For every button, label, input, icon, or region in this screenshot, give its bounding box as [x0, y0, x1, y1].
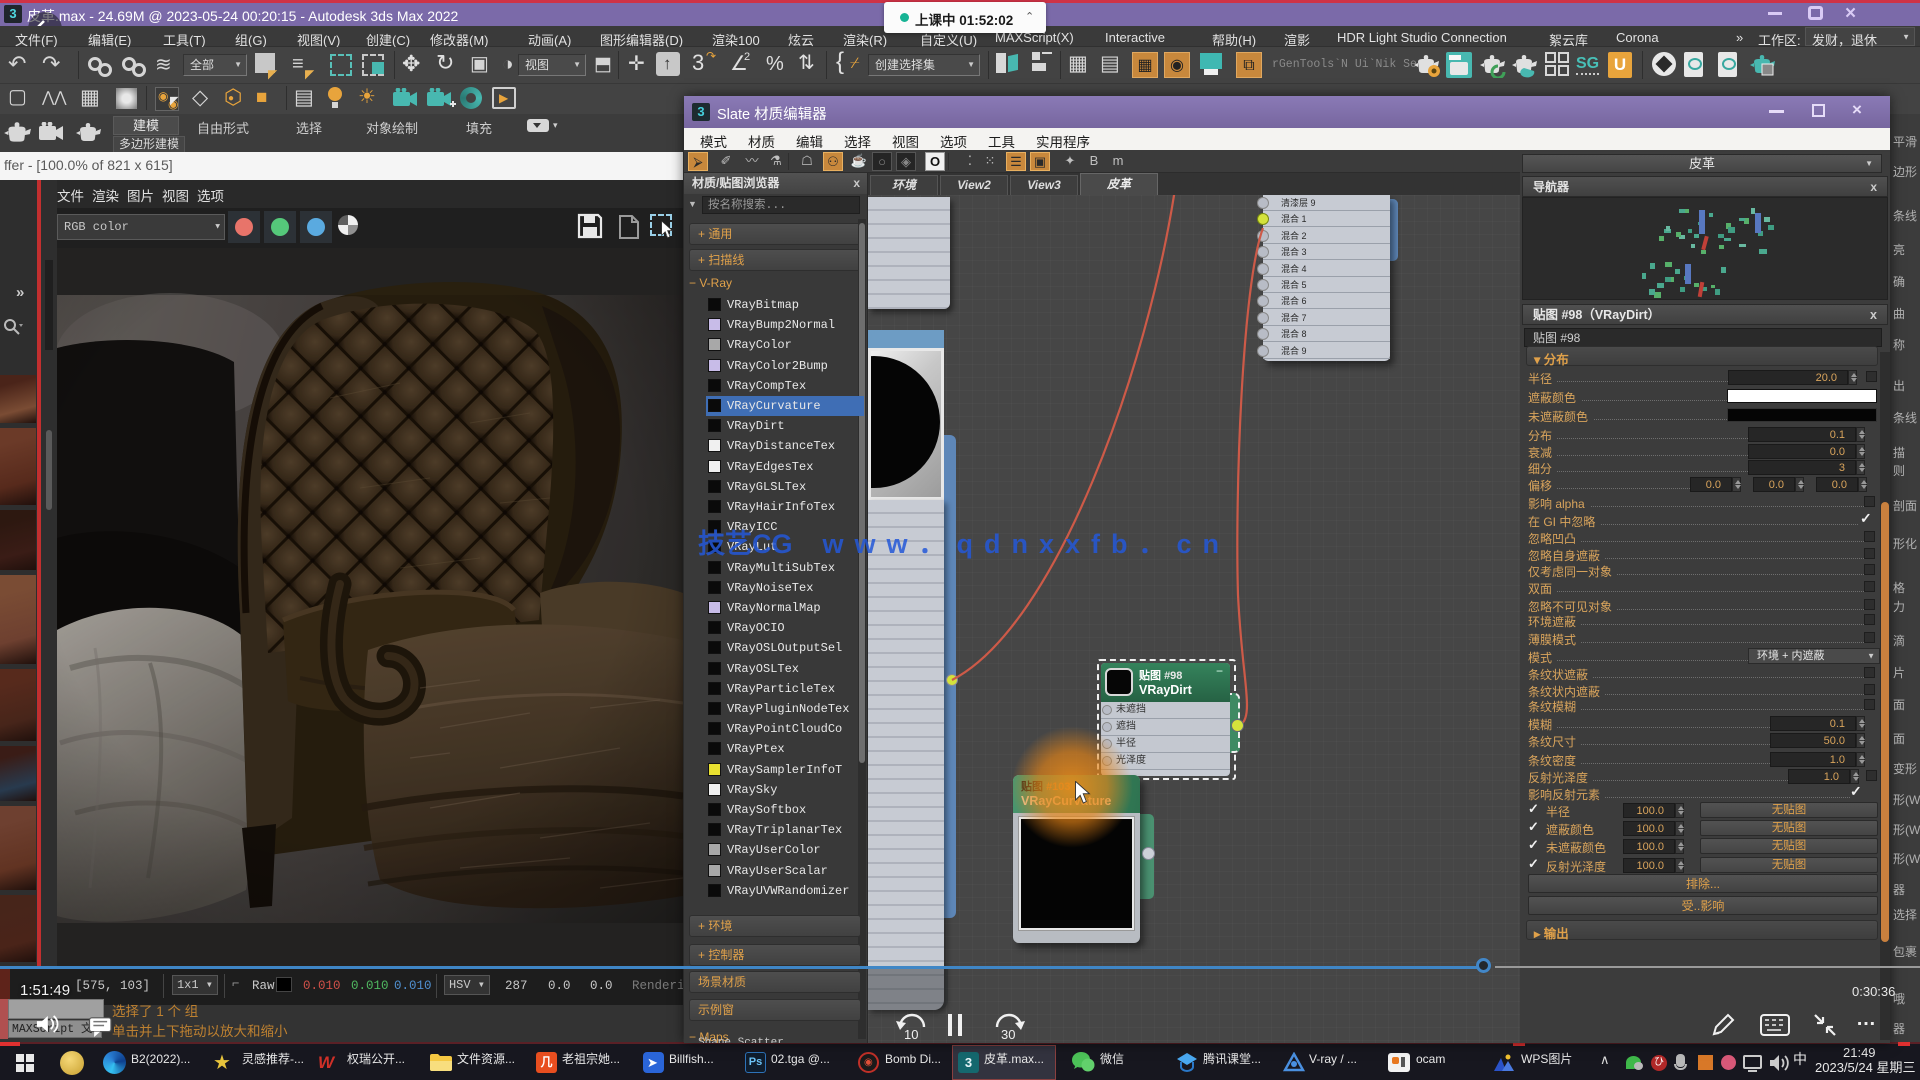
svg-text:30: 30 [1001, 1027, 1015, 1042]
svg-text:10: 10 [904, 1027, 918, 1042]
